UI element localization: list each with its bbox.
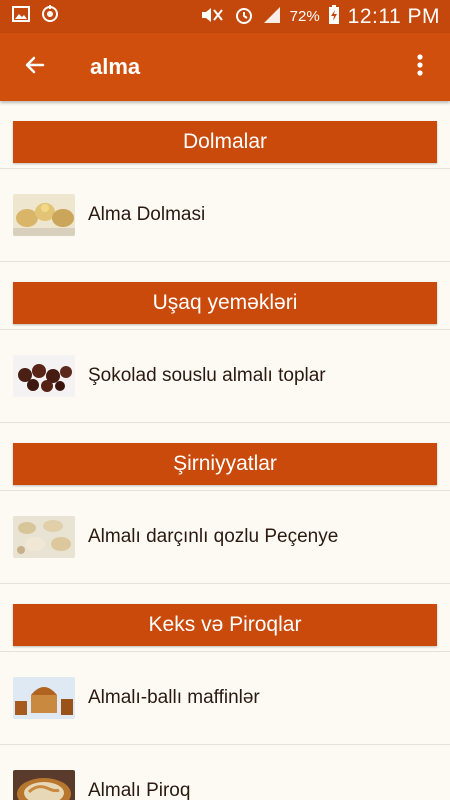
status-left-icons bbox=[0, 4, 60, 29]
recipe-thumbnail bbox=[13, 355, 75, 397]
back-button[interactable] bbox=[0, 33, 70, 101]
recipe-thumbnail bbox=[13, 194, 75, 236]
more-vert-icon bbox=[416, 53, 424, 82]
recipe-name: Almalı darçınlı qozlu Peçenye bbox=[88, 526, 339, 547]
mute-icon bbox=[200, 6, 226, 28]
list-item[interactable]: Almalı Piroq bbox=[0, 745, 450, 800]
list-item[interactable]: Şokolad souslu almalı toplar bbox=[0, 329, 450, 423]
page-title: alma bbox=[90, 54, 141, 79]
list-item[interactable]: Alma Dolmasi bbox=[0, 168, 450, 262]
section-header: Dolmalar bbox=[13, 121, 437, 163]
list-item[interactable]: Almalı darçınlı qozlu Peçenye bbox=[0, 490, 450, 584]
recipe-name: Almalı Piroq bbox=[88, 780, 191, 800]
sync-icon bbox=[40, 4, 60, 29]
recipe-name: Almalı-ballı maffinlər bbox=[88, 687, 260, 708]
image-icon bbox=[12, 6, 30, 27]
recipe-thumbnail bbox=[13, 516, 75, 558]
status-right-icons: 72% 12:11 PM bbox=[200, 4, 450, 29]
alarm-icon bbox=[234, 5, 254, 29]
recipe-name: Alma Dolmasi bbox=[88, 204, 206, 225]
section-header: Şirniyyatlar bbox=[13, 443, 437, 485]
app-bar: alma bbox=[0, 33, 450, 101]
battery-level: 72% bbox=[289, 8, 320, 25]
overflow-menu-button[interactable] bbox=[400, 33, 440, 101]
recipe-list[interactable]: Dolmalar Alma Dolmasi Uşaq yeməkləri Şok… bbox=[0, 101, 450, 800]
list-item[interactable]: Almalı-ballı maffinlər bbox=[0, 651, 450, 745]
section-header: Uşaq yeməkləri bbox=[13, 282, 437, 324]
recipe-name: Şokolad souslu almalı toplar bbox=[88, 365, 326, 386]
section-header: Keks və Piroqlar bbox=[13, 604, 437, 646]
recipe-thumbnail bbox=[13, 770, 75, 800]
battery-charging-icon bbox=[328, 4, 340, 29]
recipe-thumbnail bbox=[13, 677, 75, 719]
status-bar: 72% 12:11 PM bbox=[0, 0, 450, 33]
clock: 12:11 PM bbox=[347, 4, 440, 28]
signal-icon bbox=[262, 6, 282, 28]
back-arrow-icon bbox=[23, 53, 47, 82]
